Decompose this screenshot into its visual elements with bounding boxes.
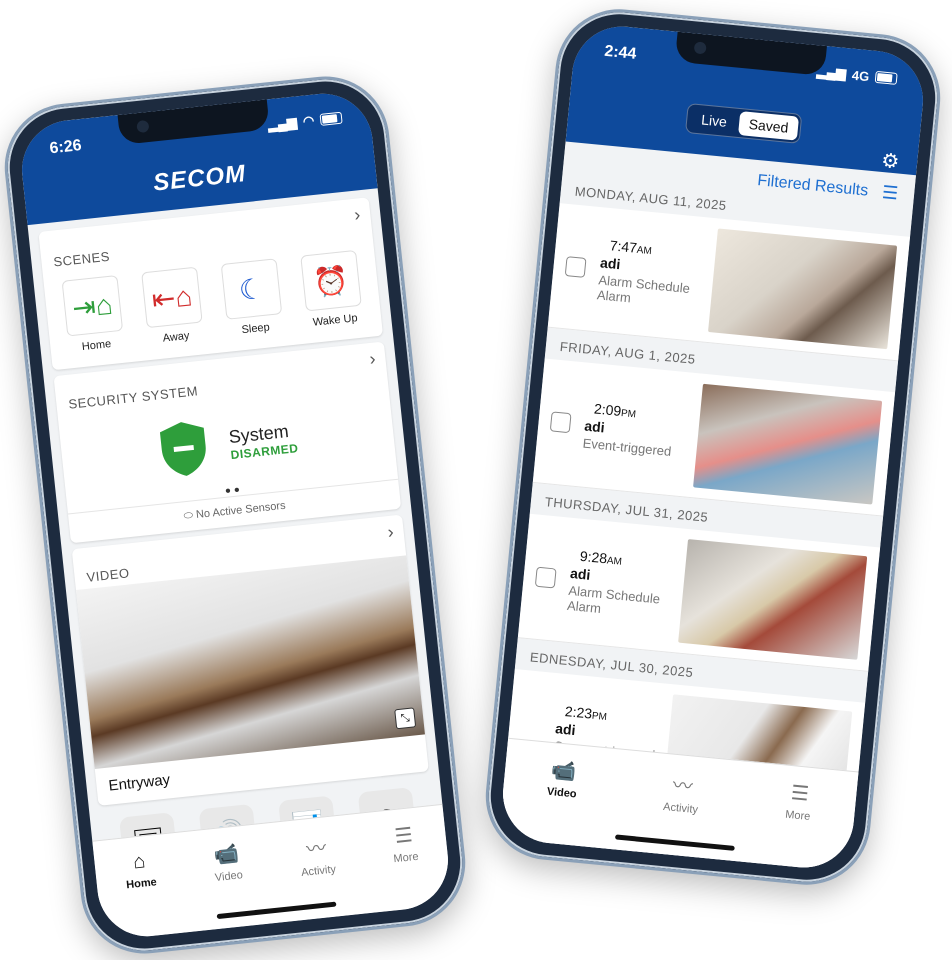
- tab-home[interactable]: ⌂ Home: [123, 849, 162, 938]
- scene-label: Home: [81, 338, 112, 354]
- sensors-label: No Active Sensors: [195, 499, 287, 522]
- scenes-card[interactable]: › SCENES ⇥⌂ Home ⇤⌂ Away ☾ Sleep ⏰ Wake …: [38, 197, 384, 371]
- activity-icon: 〰: [305, 837, 328, 862]
- status-time: 6:26: [48, 137, 83, 158]
- home-arrow-out-icon: ⇤⌂: [141, 266, 203, 329]
- tab-label: Home: [125, 876, 158, 892]
- left-screen: 6:26 ▂▄▆ ◠ SECOM › SCENES ⇥⌂ Home ⇤⌂ Awa…: [17, 88, 453, 942]
- right-phone: 2:44 ▂▄▆ 4G Live Saved ⚙ Filtered Result…: [479, 3, 947, 891]
- alarm-clock-icon: ⏰: [300, 249, 362, 312]
- moon-icon: ☾: [220, 258, 283, 320]
- sensor-icon: ⬭: [183, 509, 194, 523]
- tab-more[interactable]: ☰ More: [390, 822, 424, 910]
- network-label: 4G: [851, 67, 870, 84]
- select-checkbox[interactable]: [564, 256, 587, 278]
- scene-label: Wake Up: [312, 312, 359, 329]
- video-card[interactable]: › VIDEO ⤡ Entryway: [71, 514, 429, 806]
- tab-video[interactable]: 📹 Video: [542, 757, 580, 845]
- activity-icon: 〰: [671, 774, 694, 799]
- battery-icon: [874, 70, 898, 85]
- home-arrow-in-icon: ⇥⌂: [61, 274, 124, 337]
- tab-label: Video: [214, 869, 244, 885]
- select-checkbox[interactable]: [534, 566, 557, 589]
- signal-icon: ▂▄▆: [267, 114, 298, 133]
- scene-away[interactable]: ⇤⌂ Away: [141, 266, 204, 346]
- left-phone: 6:26 ▂▄▆ ◠ SECOM › SCENES ⇥⌂ Home ⇤⌂ Awa…: [0, 70, 472, 960]
- right-screen: 2:44 ▂▄▆ 4G Live Saved ⚙ Filtered Result…: [498, 22, 928, 872]
- security-card[interactable]: › SECURITY SYSTEM System DISARMED ● ● ⬭ …: [53, 341, 402, 544]
- settings-icon[interactable]: ⚙: [880, 148, 900, 175]
- tab-label: Activity: [300, 863, 337, 880]
- menu-icon: ☰: [789, 782, 810, 806]
- tab-label: More: [392, 850, 420, 866]
- shield-icon: [159, 422, 206, 476]
- filter-icon[interactable]: ☰: [881, 182, 899, 204]
- status-time: 2:44: [603, 42, 638, 63]
- expand-icon[interactable]: ⤡: [394, 707, 417, 730]
- home-icon: ⌂: [132, 850, 147, 874]
- tab-label: Activity: [662, 800, 699, 817]
- event-info: 7:47AM adi Alarm Schedule Alarm: [596, 236, 716, 313]
- event-info: 9:28AM adi Alarm Schedule Alarm: [566, 547, 686, 624]
- wifi-icon: ◠: [302, 112, 315, 129]
- front-camera: [693, 41, 707, 55]
- battery-icon: [319, 111, 343, 126]
- status-icons: ▂▄▆ ◠: [267, 110, 343, 134]
- menu-icon: ☰: [393, 824, 414, 848]
- event-thumbnail[interactable]: [693, 383, 883, 505]
- saved-tab[interactable]: Saved: [737, 111, 800, 141]
- tab-label: More: [784, 808, 811, 823]
- scene-label: Sleep: [241, 321, 271, 337]
- scene-label: Away: [162, 329, 190, 345]
- front-camera: [136, 119, 150, 134]
- tab-label: Video: [546, 785, 578, 801]
- scene-wake-up[interactable]: ⏰ Wake Up: [300, 249, 363, 329]
- select-checkbox[interactable]: [549, 411, 572, 434]
- system-state: System DISARMED: [228, 420, 299, 462]
- event-thumbnail[interactable]: [678, 539, 868, 660]
- tab-more[interactable]: ☰ More: [780, 780, 813, 868]
- scene-sleep[interactable]: ☾ Sleep: [220, 258, 284, 337]
- live-saved-toggle: Live Saved: [684, 103, 803, 144]
- camera-feed[interactable]: ⤡: [75, 555, 425, 770]
- scene-home[interactable]: ⇥⌂ Home: [61, 274, 125, 354]
- event-info: 2:09PM adi Event-triggered: [582, 399, 700, 461]
- video-camera-icon: 📹: [213, 842, 241, 867]
- live-tab[interactable]: Live: [688, 106, 740, 135]
- event-thumbnail[interactable]: [708, 228, 898, 350]
- status-icons: ▂▄▆ 4G: [816, 63, 898, 87]
- video-camera-icon: 📹: [550, 759, 578, 784]
